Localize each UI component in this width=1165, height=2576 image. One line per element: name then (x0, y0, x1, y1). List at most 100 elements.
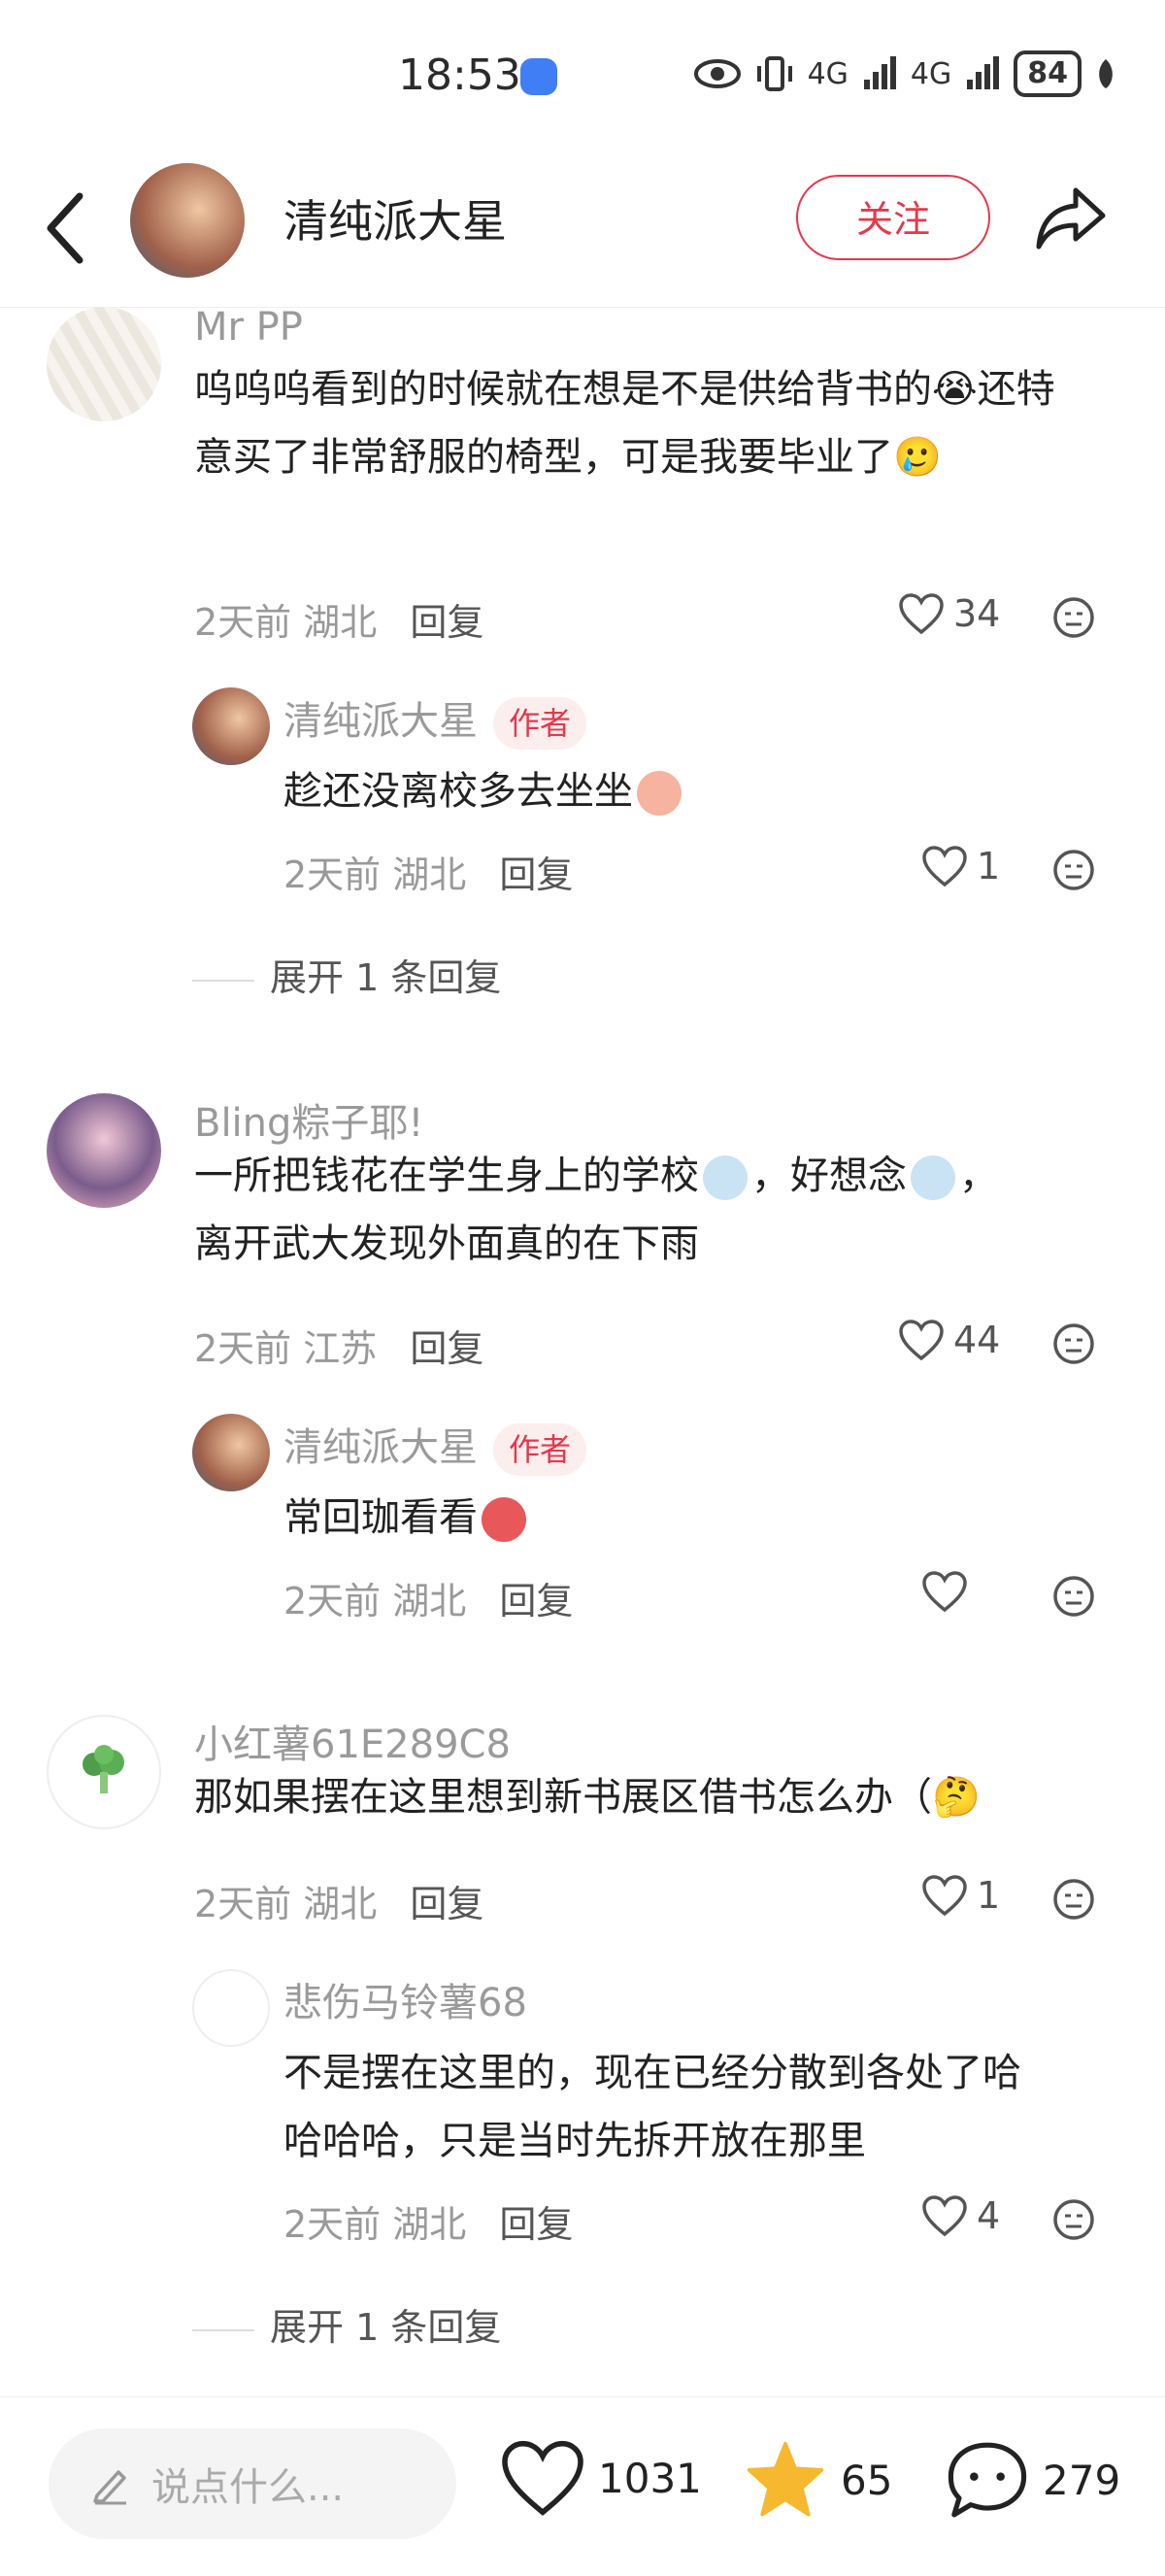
bottom-action-bar: 说点什么... 1031 65 279 (0, 2396, 1165, 2576)
comment-text: 一所把钱花在学生身上的学校 ，好想念 ， 离开武大发现外面真的在下雨 (194, 1142, 1087, 1278)
reply-text: 趁还没离校多去坐坐 (283, 757, 685, 825)
author-badge: 作者 (493, 697, 587, 750)
wifi-icon (520, 58, 557, 95)
reply-username[interactable]: 清纯派大星 (283, 699, 478, 744)
reply-location: 湖北 (392, 2203, 467, 2246)
comment-text-part: 离开武大发现外面真的在下雨 (194, 1221, 699, 1266)
comment-location: 湖北 (303, 1883, 378, 1925)
comment-location: 江苏 (303, 1327, 378, 1370)
sticker-emoji-icon (482, 1497, 526, 1542)
reply-time: 2天前 (283, 1580, 382, 1623)
collect-post-button[interactable]: 65 (744, 2440, 892, 2520)
reply-username[interactable]: 悲伤马铃薯68 (283, 1971, 527, 2027)
like-button[interactable]: 44 (899, 1319, 1000, 1361)
comment-text-part: ，好想念 (751, 1154, 907, 1198)
author-avatar[interactable] (130, 163, 245, 278)
reply-button[interactable]: 回复 (499, 2203, 573, 2246)
share-icon[interactable] (1035, 181, 1109, 254)
reply-username[interactable]: 清纯派大星 (283, 1425, 478, 1470)
user-avatar[interactable] (47, 1093, 161, 1208)
heart-icon (899, 593, 944, 634)
reply-button[interactable]: 回复 (499, 853, 573, 896)
like-button[interactable]: 1 (922, 845, 1000, 887)
broccoli-icon (83, 1745, 124, 1793)
reply-text-content: 趁还没离校多去坐坐 (283, 769, 633, 814)
heart-icon (922, 1571, 967, 1612)
like-button[interactable]: 34 (899, 592, 1000, 635)
chat-bubble-icon (948, 2442, 1027, 2518)
heart-icon (922, 846, 967, 887)
post-comment-count: 279 (1043, 2456, 1121, 2504)
post-star-count: 65 (841, 2456, 893, 2504)
reply-location: 湖北 (392, 1580, 467, 1623)
reply-meta: 2天前 湖北 回复 (283, 2194, 573, 2248)
comment-meta: 2天前 湖北 回复 (194, 592, 483, 646)
back-arrow-icon[interactable] (39, 184, 97, 272)
reply-button[interactable]: 回复 (410, 601, 483, 644)
status-bar: 18:53 4G 4G 84 (0, 0, 1165, 155)
signal-bars-icon (967, 56, 1000, 89)
like-button[interactable]: 4 (922, 2194, 1000, 2237)
emoji-reaction-icon[interactable] (1052, 1575, 1095, 1618)
reply-avatar[interactable] (192, 1969, 270, 2047)
heart-icon (922, 1875, 967, 1916)
comment-time: 2天前 (194, 1327, 292, 1370)
comment-time: 2天前 (194, 1883, 292, 1925)
status-icons: 4G 4G 84 (693, 50, 1116, 97)
reply-time: 2天前 (283, 853, 382, 896)
author-badge: 作者 (493, 1423, 587, 1476)
comment-meta: 2天前 湖北 回复 (194, 1874, 483, 1927)
expand-replies-button[interactable]: 展开 1 条回复 (192, 948, 501, 1001)
crying-emoji-icon (911, 1155, 955, 1200)
comment-text-part: 一所把钱花在学生身上的学校 (194, 1154, 699, 1198)
reply-text: 常回珈看看 (283, 1484, 530, 1552)
like-count: 1 (977, 845, 1001, 887)
reply-username-row: 清纯派大星 作者 (283, 1416, 587, 1476)
expand-replies-button[interactable]: 展开 1 条回复 (192, 2297, 501, 2351)
like-post-button[interactable]: 1031 (501, 2440, 702, 2516)
comment-time: 2天前 (194, 601, 292, 644)
emoji-reaction-icon[interactable] (1052, 1878, 1095, 1921)
reply-meta: 2天前 湖北 回复 (283, 845, 573, 898)
crying-emoji-icon (703, 1155, 748, 1200)
signal-2-label: 4G (910, 56, 952, 91)
reply-time: 2天前 (283, 2203, 382, 2246)
comment-input[interactable]: 说点什么... (49, 2428, 456, 2539)
like-count: 44 (953, 1319, 1001, 1361)
like-button[interactable]: 1 (922, 1874, 1000, 1917)
eye-icon (693, 59, 741, 88)
comment-meta: 2天前 江苏 回复 (194, 1319, 483, 1372)
reply-avatar[interactable] (192, 1414, 270, 1491)
emoji-reaction-icon[interactable] (1052, 596, 1095, 639)
author-name[interactable]: 清纯派大星 (283, 186, 507, 251)
reply-text: 不是摆在这里的，现在已经分散到各处了哈 哈哈哈，只是当时先拆开放在那里 (283, 2039, 1138, 2175)
star-icon (747, 2441, 824, 2517)
post-header: 清纯派大星 关注 (0, 155, 1165, 308)
emoji-reaction-icon[interactable] (1052, 849, 1095, 891)
comment-text: 那如果摆在这里想到新书展区借书怎么办（🤔 (194, 1775, 981, 1820)
comment-username[interactable]: Mr PP (194, 305, 303, 350)
like-button[interactable] (922, 1571, 977, 1612)
comment-post-button[interactable]: 279 (946, 2440, 1120, 2520)
battery-level: 84 (1014, 50, 1082, 97)
emoji-reaction-icon[interactable] (1052, 1322, 1095, 1365)
emoji-reaction-icon[interactable] (1052, 2198, 1095, 2241)
heart-icon (922, 2195, 967, 2236)
comment-username[interactable]: Bling粽子耶! (194, 1091, 423, 1148)
reply-button[interactable]: 回复 (410, 1883, 483, 1925)
reply-location: 湖北 (392, 853, 467, 896)
status-time: 18:53 (398, 50, 521, 100)
like-count: 1 (977, 1874, 1001, 1917)
reply-button[interactable]: 回复 (410, 1327, 483, 1370)
follow-button[interactable]: 关注 (796, 175, 990, 260)
reply-button[interactable]: 回复 (499, 1580, 573, 1623)
like-count: 4 (977, 2194, 1001, 2237)
reply-text-content: 常回珈看看 (283, 1495, 478, 1540)
reply-text-content: 哈哈哈，只是当时先拆开放在那里 (283, 2119, 866, 2163)
user-avatar[interactable] (47, 1715, 161, 1829)
comment-username[interactable]: 小红薯61E289C8 (194, 1713, 511, 1769)
leaf-icon (1099, 59, 1113, 88)
user-avatar[interactable] (47, 307, 161, 421)
reply-avatar[interactable] (192, 687, 270, 765)
reply-username-row: 清纯派大星 作者 (283, 689, 587, 750)
